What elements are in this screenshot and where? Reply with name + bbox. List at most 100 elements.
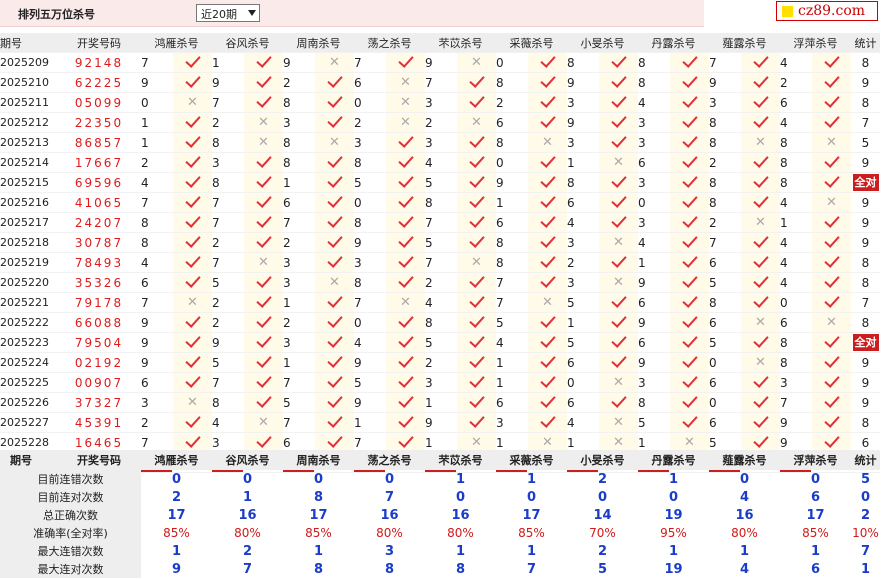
- kill-number-hongyan: 8: [141, 212, 173, 233]
- result-mark-cell: [528, 252, 567, 273]
- result-mark-cell: [741, 272, 780, 293]
- kill-number-danlu: 9: [638, 272, 670, 293]
- kill-number-xiaomin: 1: [567, 312, 599, 333]
- summary-value: 85%: [802, 526, 829, 540]
- result-mark-cell: [244, 212, 283, 233]
- result-mark-cell: [386, 152, 425, 173]
- summary-value: 70%: [589, 526, 616, 540]
- kill-number-fuping: 2: [780, 72, 812, 93]
- kill-number-hongyan: 1: [141, 132, 173, 153]
- table-row: 2025213 86857 1 8 ✕ 8 ✕ 3 3 8 ✕ 3 3 8 ✕ 8 ✕ 5: [0, 132, 880, 153]
- correct-count: 8: [861, 315, 870, 330]
- draw-number-cell: 24207: [57, 212, 141, 233]
- cross-icon: ✕: [613, 435, 624, 450]
- kill-number-fuyi: 2: [425, 112, 457, 133]
- correct-count: 9: [861, 155, 870, 170]
- site-logo[interactable]: cz89.com: [776, 1, 878, 21]
- kill-number-fuyi: 9: [425, 412, 457, 433]
- result-mark-cell: [670, 72, 709, 93]
- check-icon: [397, 52, 414, 68]
- stats-cell: 8: [851, 252, 880, 273]
- check-icon: [326, 352, 343, 368]
- summary-value: 1: [810, 543, 821, 559]
- check-icon: [681, 232, 698, 248]
- check-icon: [681, 252, 698, 268]
- check-icon: [752, 52, 769, 68]
- table-row: 2025220 35326 6 5 3 ✕ 8 2 7 3 ✕ 9 5 4 8: [0, 272, 880, 293]
- period-cell: 2025221: [0, 292, 57, 313]
- check-icon: [752, 432, 769, 448]
- kill-number-xielu: 8: [709, 192, 741, 213]
- kill-number-caiwei: 1: [496, 352, 528, 373]
- result-mark-cell: [386, 352, 425, 373]
- check-icon: [326, 332, 343, 348]
- check-icon: [255, 432, 272, 448]
- check-icon: [823, 92, 840, 108]
- table-row: 2025221 79178 7 ✕ 2 1 7 ✕ 4 7 ✕ 5 6 8 0 7: [0, 292, 880, 313]
- result-mark-cell: [599, 392, 638, 413]
- kill-number-xiaomin: 3: [567, 232, 599, 253]
- check-icon: [681, 392, 698, 408]
- summary-value: 8: [384, 561, 395, 577]
- kill-number-caiwei: 7: [496, 292, 528, 313]
- result-mark-cell: ✕: [386, 72, 425, 93]
- period-range-select[interactable]: 近20期: [196, 4, 260, 22]
- cross-icon: ✕: [613, 235, 624, 250]
- check-icon: [255, 332, 272, 348]
- kill-number-xielu: 5: [709, 272, 741, 293]
- kill-number-zhounan: 3: [283, 252, 315, 273]
- kill-number-caiwei: 8: [496, 132, 528, 153]
- kill-number-fuping: 1: [780, 212, 812, 233]
- summary-label: 总正确次数: [0, 506, 141, 524]
- table-row: 2025222 66088 9 2 2 0 8 5 1 9 6 ✕ 6 ✕ 8: [0, 312, 880, 333]
- table-row: 2025215 69596 4 8 1 5 5 9 8 3 8 8 全对: [0, 172, 880, 193]
- summary-value: 19: [664, 507, 683, 523]
- check-icon: [823, 72, 840, 88]
- check-icon: [326, 72, 343, 88]
- check-icon: [184, 412, 201, 428]
- kill-number-xiaomin: 3: [567, 272, 599, 293]
- check-icon: [823, 112, 840, 128]
- cross-icon: ✕: [755, 135, 766, 150]
- kill-number-zhounan: 1: [283, 292, 315, 313]
- summary-row: 准确率(全对率) 85% 80% 85% 80% 80% 85% 70% 95% 80% 85% 10…: [0, 524, 880, 542]
- kill-number-danlu: 3: [638, 212, 670, 233]
- result-mark-cell: [173, 232, 212, 253]
- summary-expert-header-xiaomin: 小旻杀号: [567, 450, 638, 470]
- kill-number-xielu: 6: [709, 412, 741, 433]
- kill-number-gufeng: 7: [212, 192, 244, 213]
- kill-number-dangzhi: 3: [354, 132, 386, 153]
- result-mark-cell: [173, 72, 212, 93]
- kill-number-fuyi: 2: [425, 352, 457, 373]
- check-icon: [752, 92, 769, 108]
- check-icon: [255, 352, 272, 368]
- draw-number-cell: 17667: [57, 152, 141, 173]
- table-row: 2025227 45391 2 4 ✕ 7 1 9 3 4 ✕ 5 6 9 8: [0, 412, 880, 433]
- kill-number-fuping: 7: [780, 392, 812, 413]
- result-mark-cell: [244, 92, 283, 113]
- result-mark-cell: ✕: [315, 132, 354, 153]
- kill-number-caiwei: 5: [496, 312, 528, 333]
- result-mark-cell: [670, 152, 709, 173]
- check-icon: [752, 332, 769, 348]
- kill-number-xielu: 7: [709, 232, 741, 253]
- result-mark-cell: [528, 272, 567, 293]
- check-icon: [184, 172, 201, 188]
- result-mark-cell: [599, 312, 638, 333]
- check-icon: [823, 412, 840, 428]
- kill-number-dangzhi: 8: [354, 272, 386, 293]
- result-mark-cell: ✕: [741, 312, 780, 333]
- result-mark-cell: ✕: [741, 212, 780, 233]
- kill-number-zhounan: 7: [283, 412, 315, 433]
- result-mark-cell: [599, 352, 638, 373]
- check-icon: [681, 132, 698, 148]
- check-icon: [539, 152, 556, 168]
- check-icon: [397, 432, 414, 448]
- check-icon: [610, 332, 627, 348]
- check-icon: [610, 312, 627, 328]
- check-icon: [681, 352, 698, 368]
- result-mark-cell: ✕: [599, 412, 638, 433]
- cross-icon: ✕: [755, 355, 766, 370]
- check-icon: [326, 92, 343, 108]
- kill-number-fuyi: 3: [425, 132, 457, 153]
